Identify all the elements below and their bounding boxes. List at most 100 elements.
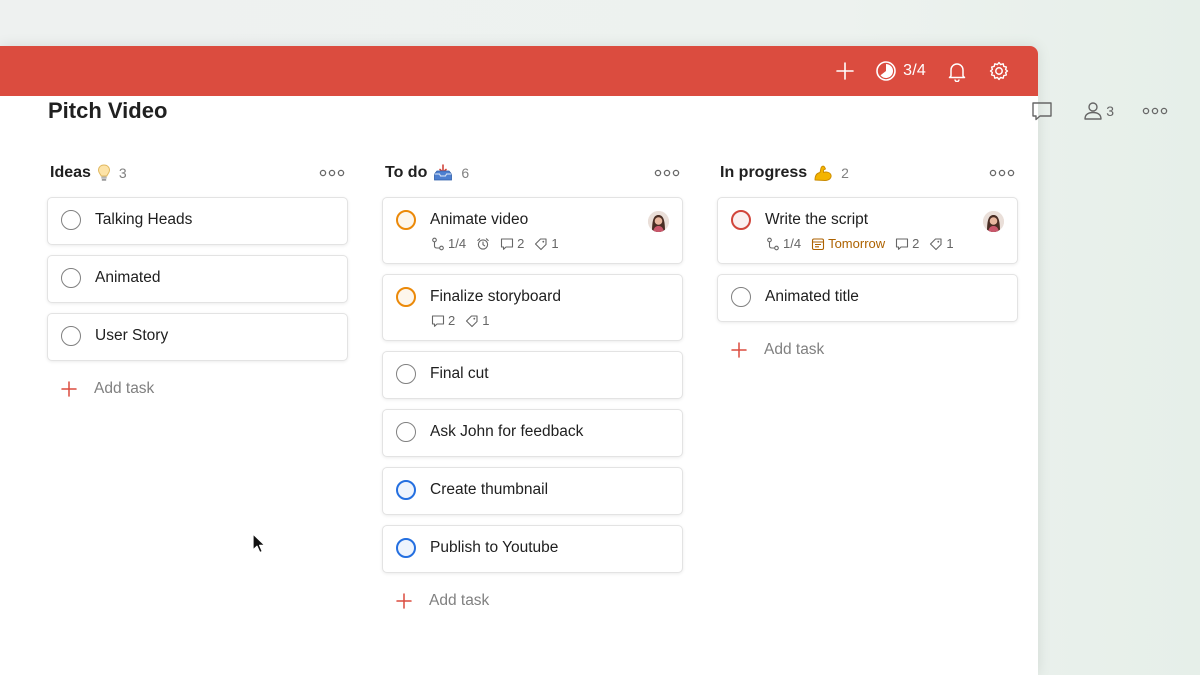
- task-checkbox[interactable]: [731, 210, 751, 230]
- column-count: 3: [118, 165, 127, 181]
- quick-add-button[interactable]: [835, 56, 855, 86]
- due-date-text: Tomorrow: [828, 236, 886, 251]
- subtasks-indicator: 1/4: [766, 236, 801, 251]
- karma-progress-text: 3/4: [903, 62, 926, 79]
- due-date[interactable]: Tomorrow: [811, 236, 885, 251]
- column-more-button[interactable]: [989, 168, 1015, 178]
- task-checkbox[interactable]: [396, 422, 416, 442]
- task-meta: 1/4 2 1: [431, 236, 670, 251]
- share-button[interactable]: 3: [1082, 100, 1114, 122]
- add-task-button[interactable]: Add task: [717, 332, 1018, 368]
- subtasks-indicator: 1/4: [431, 236, 466, 251]
- column-title[interactable]: Ideas: [50, 164, 91, 182]
- task-card[interactable]: Finalize storyboard 2 1: [382, 274, 683, 341]
- task-card[interactable]: Create thumbnail: [382, 467, 683, 515]
- task-checkbox[interactable]: [731, 287, 751, 307]
- project-header: Pitch Video 3: [48, 96, 1168, 126]
- task-meta: 2 1: [431, 313, 670, 328]
- task-checkbox[interactable]: [396, 480, 416, 500]
- task-name: Write the script: [765, 211, 869, 228]
- task-checkbox[interactable]: [396, 364, 416, 384]
- lightbulb-icon: [97, 164, 111, 182]
- task-card[interactable]: User Story: [47, 313, 348, 361]
- task-card[interactable]: Talking Heads: [47, 197, 348, 245]
- reminder-indicator: [476, 237, 490, 251]
- productivity-button[interactable]: 3/4: [875, 56, 926, 86]
- column-title[interactable]: In progress: [720, 164, 807, 182]
- comments-indicator: 2: [895, 236, 919, 251]
- subtasks-count: 1/4: [783, 236, 802, 251]
- plus-icon: [836, 62, 854, 80]
- settings-button[interactable]: [988, 56, 1010, 86]
- column-to-do: To do 6 Animate video 1/4 2 1 Finalize s…: [382, 158, 683, 619]
- column-more-button[interactable]: [319, 168, 345, 178]
- column-count: 6: [461, 165, 470, 181]
- labels-indicator: 1: [929, 236, 954, 251]
- task-card[interactable]: Publish to Youtube: [382, 525, 683, 573]
- task-checkbox[interactable]: [61, 268, 81, 288]
- task-name: Finalize storyboard: [430, 288, 561, 305]
- more-dots-icon: [1142, 107, 1168, 115]
- karma-progress-icon: [876, 61, 896, 81]
- label-tag-icon: [535, 237, 547, 250]
- label-tag-icon: [930, 237, 942, 250]
- bell-icon: [948, 63, 966, 82]
- task-name: Create thumbnail: [430, 481, 549, 498]
- task-name: User Story: [95, 327, 169, 344]
- more-dots-icon: [319, 169, 345, 177]
- add-task-label: Add task: [429, 592, 490, 609]
- header-actions: 3: [1002, 100, 1168, 122]
- gear-icon: [989, 61, 1009, 81]
- subtasks-count: 1/4: [448, 236, 467, 251]
- task-card[interactable]: Write the script 1/4 Tomorrow 2 1: [717, 197, 1018, 264]
- add-task-label: Add task: [764, 341, 825, 358]
- comment-icon: [501, 237, 514, 250]
- plus-icon: [396, 593, 412, 609]
- person-icon: [1084, 102, 1102, 120]
- labels-count: 1: [946, 236, 954, 251]
- task-checkbox[interactable]: [61, 326, 81, 346]
- labels-indicator: 1: [534, 236, 559, 251]
- board: Ideas 3 Talking Heads Animated User Stor…: [47, 158, 1018, 619]
- comments-count: 2: [448, 313, 456, 328]
- comments-indicator: 2: [431, 313, 455, 328]
- task-checkbox[interactable]: [396, 538, 416, 558]
- task-name: Talking Heads: [95, 211, 193, 228]
- task-name: Animate video: [430, 211, 529, 228]
- labels-count: 1: [551, 236, 559, 251]
- add-task-button[interactable]: Add task: [47, 371, 348, 407]
- task-checkbox[interactable]: [396, 210, 416, 230]
- subtask-icon: [432, 237, 444, 250]
- task-checkbox[interactable]: [396, 287, 416, 307]
- project-more-button[interactable]: [1142, 106, 1168, 116]
- task-card[interactable]: Animate video 1/4 2 1: [382, 197, 683, 264]
- add-task-button[interactable]: Add task: [382, 583, 683, 619]
- comments-count: 2: [517, 236, 525, 251]
- comments-count: 2: [912, 236, 920, 251]
- task-name: Animated: [95, 269, 161, 286]
- avatar[interactable]: [648, 211, 669, 232]
- task-name: Animated title: [765, 288, 859, 305]
- task-card[interactable]: Animated: [47, 255, 348, 303]
- calendar-icon: [812, 237, 825, 250]
- plus-icon: [61, 381, 77, 397]
- notifications-button[interactable]: [946, 56, 968, 86]
- task-card[interactable]: Final cut: [382, 351, 683, 399]
- task-card[interactable]: Ask John for feedback: [382, 409, 683, 457]
- comments-indicator: 2: [500, 236, 524, 251]
- column-title[interactable]: To do: [385, 164, 427, 182]
- task-card[interactable]: Animated title: [717, 274, 1018, 322]
- top-bar: 3/4: [0, 46, 1038, 96]
- labels-count: 1: [482, 313, 490, 328]
- column-more-button[interactable]: [654, 168, 680, 178]
- alarm-clock-icon: [477, 237, 489, 250]
- comment-icon: [1032, 102, 1052, 121]
- task-name: Final cut: [430, 365, 489, 382]
- comments-button[interactable]: [1030, 100, 1054, 122]
- column-header: Ideas 3: [47, 158, 348, 188]
- column-in-progress: In progress 2 Write the script 1/4 Tomor…: [717, 158, 1018, 619]
- mouse-cursor-icon: [252, 533, 266, 560]
- avatar[interactable]: [983, 211, 1004, 232]
- task-checkbox[interactable]: [61, 210, 81, 230]
- inbox-tray-icon: [433, 164, 453, 182]
